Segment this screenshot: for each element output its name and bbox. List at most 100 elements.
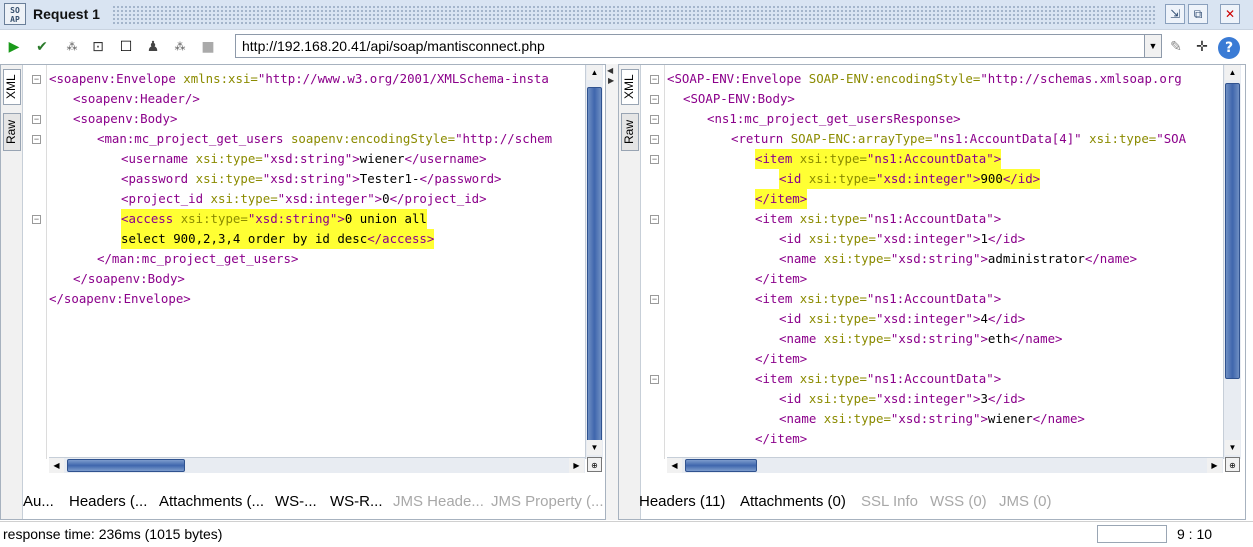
- scroll-right-icon[interactable]: ▶: [569, 458, 584, 473]
- add-assertion-icon[interactable]: ✛: [1192, 37, 1212, 57]
- code-line: <return SOAP-ENC:arrayType="ns1:AccountD…: [731, 129, 1186, 149]
- submit-all-icon[interactable]: ✔: [32, 37, 52, 57]
- response-tab-raw[interactable]: Raw: [621, 113, 639, 151]
- scroll-down-icon[interactable]: ▼: [1225, 440, 1240, 455]
- request-zoom-icon[interactable]: ⊕: [587, 457, 602, 472]
- bottom-tab[interactable]: Headers (11): [639, 493, 725, 510]
- bottom-tab[interactable]: WSS (0): [930, 493, 987, 510]
- fold-toggle-icon[interactable]: −: [32, 115, 41, 124]
- panel-splitter[interactable]: ◀ ▶: [606, 64, 618, 520]
- fold-toggle-icon[interactable]: −: [32, 215, 41, 224]
- collapse-left-icon[interactable]: ◀: [607, 66, 613, 75]
- response-gutter: − − − − − − − −: [643, 65, 665, 459]
- help-icon[interactable]: ?: [1218, 37, 1240, 59]
- code-line: <id xsi:type="xsd:integer">4</id>: [779, 309, 1025, 329]
- code-token: administrator: [987, 251, 1085, 266]
- request-horizontal-scrollbar[interactable]: ◀ ▶: [49, 457, 585, 473]
- bottom-tab[interactable]: JMS Property (...: [491, 493, 604, 510]
- code-token: </soapenv:Body>: [73, 271, 185, 286]
- code-token: "xsd:string": [890, 251, 981, 266]
- maximize-icon[interactable]: ⧉: [1188, 4, 1208, 24]
- code-token: >: [352, 151, 360, 166]
- response-time-text: response time: 236ms (1015 bytes): [3, 526, 223, 542]
- bottom-tab[interactable]: Headers (...: [69, 493, 147, 510]
- bottom-tab[interactable]: JMS (0): [999, 493, 1052, 510]
- fold-toggle-icon[interactable]: −: [650, 375, 659, 384]
- response-horizontal-scrollbar[interactable]: ◀ ▶: [667, 457, 1223, 473]
- fold-toggle-icon[interactable]: −: [650, 95, 659, 104]
- detach-icon[interactable]: ⇲: [1165, 4, 1185, 24]
- scroll-thumb[interactable]: [587, 87, 602, 443]
- fold-toggle-icon[interactable]: −: [650, 215, 659, 224]
- bottom-tab[interactable]: SSL Info: [861, 493, 918, 510]
- add-to-mockservice-icon[interactable]: ♟: [143, 37, 163, 57]
- code-token: xsi:type=: [799, 151, 867, 166]
- recreate-request-icon[interactable]: ⊡: [88, 37, 108, 57]
- collapse-right-icon[interactable]: ▶: [608, 76, 614, 85]
- code-line: </man:mc_project_get_users>: [97, 249, 298, 269]
- stop-icon[interactable]: ■: [198, 37, 218, 57]
- fold-toggle-icon[interactable]: −: [650, 135, 659, 144]
- bottom-tab[interactable]: Attachments (0): [740, 493, 846, 510]
- code-line: <id xsi:type="xsd:integer">3</id>: [779, 389, 1025, 409]
- response-xml-viewer[interactable]: <SOAP-ENV:Envelope SOAP-ENV:encodingStyl…: [667, 69, 1219, 457]
- endpoint-dropdown-icon[interactable]: ▼: [1144, 34, 1162, 58]
- bottom-tab[interactable]: WS-...: [275, 493, 317, 510]
- fold-toggle-icon[interactable]: −: [650, 75, 659, 84]
- code-token: <soapenv:Header/>: [73, 91, 200, 106]
- code-token: "xsd:integer": [875, 171, 973, 186]
- response-zoom-icon[interactable]: ⊕: [1225, 457, 1240, 472]
- window-title-bar: SO AP Request 1 ⇲ ⧉ ✕: [0, 0, 1253, 30]
- code-line: <username xsi:type="xsd:string">wiener</…: [121, 149, 487, 169]
- scroll-up-icon[interactable]: ▲: [587, 65, 602, 80]
- scroll-right-icon[interactable]: ▶: [1207, 458, 1222, 473]
- scroll-up-icon[interactable]: ▲: [1225, 65, 1240, 80]
- code-token: wiener: [359, 151, 405, 166]
- code-token: </soapenv:Envelope>: [49, 291, 191, 306]
- fold-toggle-icon[interactable]: −: [650, 155, 659, 164]
- create-test-case-icon[interactable]: ⁂: [170, 37, 190, 57]
- scroll-down-icon[interactable]: ▼: [587, 440, 602, 455]
- cursor-position: 9 : 10: [1177, 526, 1213, 542]
- scroll-left-icon[interactable]: ◀: [49, 458, 64, 473]
- bottom-tab[interactable]: Attachments (...: [159, 493, 264, 510]
- code-token: </access>: [367, 231, 435, 246]
- request-vertical-scrollbar[interactable]: ▲ ▼: [585, 65, 603, 459]
- bottom-tab[interactable]: JMS Heade...: [393, 493, 484, 510]
- code-token: soapenv:encodingStyle=: [290, 131, 456, 146]
- create-empty-icon[interactable]: ⁂: [62, 37, 82, 57]
- code-token: "ns1:AccountData": [866, 151, 994, 166]
- endpoint-url-input[interactable]: http://192.168.20.41/api/soap/mantisconn…: [235, 34, 1145, 58]
- response-vertical-scrollbar[interactable]: ▲ ▼: [1223, 65, 1241, 459]
- code-line: </item>: [755, 429, 807, 449]
- scroll-left-icon[interactable]: ◀: [667, 458, 682, 473]
- code-line: </soapenv:Body>: [73, 269, 185, 289]
- bottom-tab[interactable]: Au...: [23, 493, 54, 510]
- fold-toggle-icon[interactable]: −: [650, 295, 659, 304]
- scroll-thumb[interactable]: [1225, 83, 1240, 379]
- request-gutter: − − − −: [25, 65, 47, 459]
- fold-toggle-icon[interactable]: −: [32, 75, 41, 84]
- code-token: "xsd:integer": [875, 311, 973, 326]
- code-token: </item>: [755, 351, 808, 366]
- response-tab-xml[interactable]: XML: [621, 69, 639, 105]
- fold-toggle-icon[interactable]: −: [650, 115, 659, 124]
- submit-request-icon[interactable]: ▶: [4, 37, 24, 57]
- h-scroll-thumb[interactable]: [67, 459, 185, 472]
- clone-request-icon[interactable]: ☐: [116, 37, 136, 57]
- h-scroll-thumb[interactable]: [685, 459, 757, 472]
- code-token: xsi:type=: [799, 291, 867, 306]
- request-tab-xml[interactable]: XML: [3, 69, 21, 105]
- code-token: 3: [980, 391, 988, 406]
- fold-toggle-icon[interactable]: −: [32, 135, 41, 144]
- close-icon[interactable]: ✕: [1220, 4, 1240, 24]
- code-token: <SOAP-ENV:Envelope: [667, 71, 809, 86]
- request-xml-editor[interactable]: <soapenv:Envelope xmlns:xsi="http://www.…: [49, 69, 579, 457]
- request-tab-raw[interactable]: Raw: [3, 113, 21, 151]
- code-token: </name>: [1084, 251, 1138, 266]
- code-token: >: [374, 191, 383, 206]
- response-panel: XML Raw − − − − − − − − <SOAP-ENV:Envelope SOAP…: [618, 64, 1246, 520]
- aut-icon[interactable]: ✎: [1166, 37, 1186, 57]
- bottom-tab[interactable]: WS-R...: [330, 493, 383, 510]
